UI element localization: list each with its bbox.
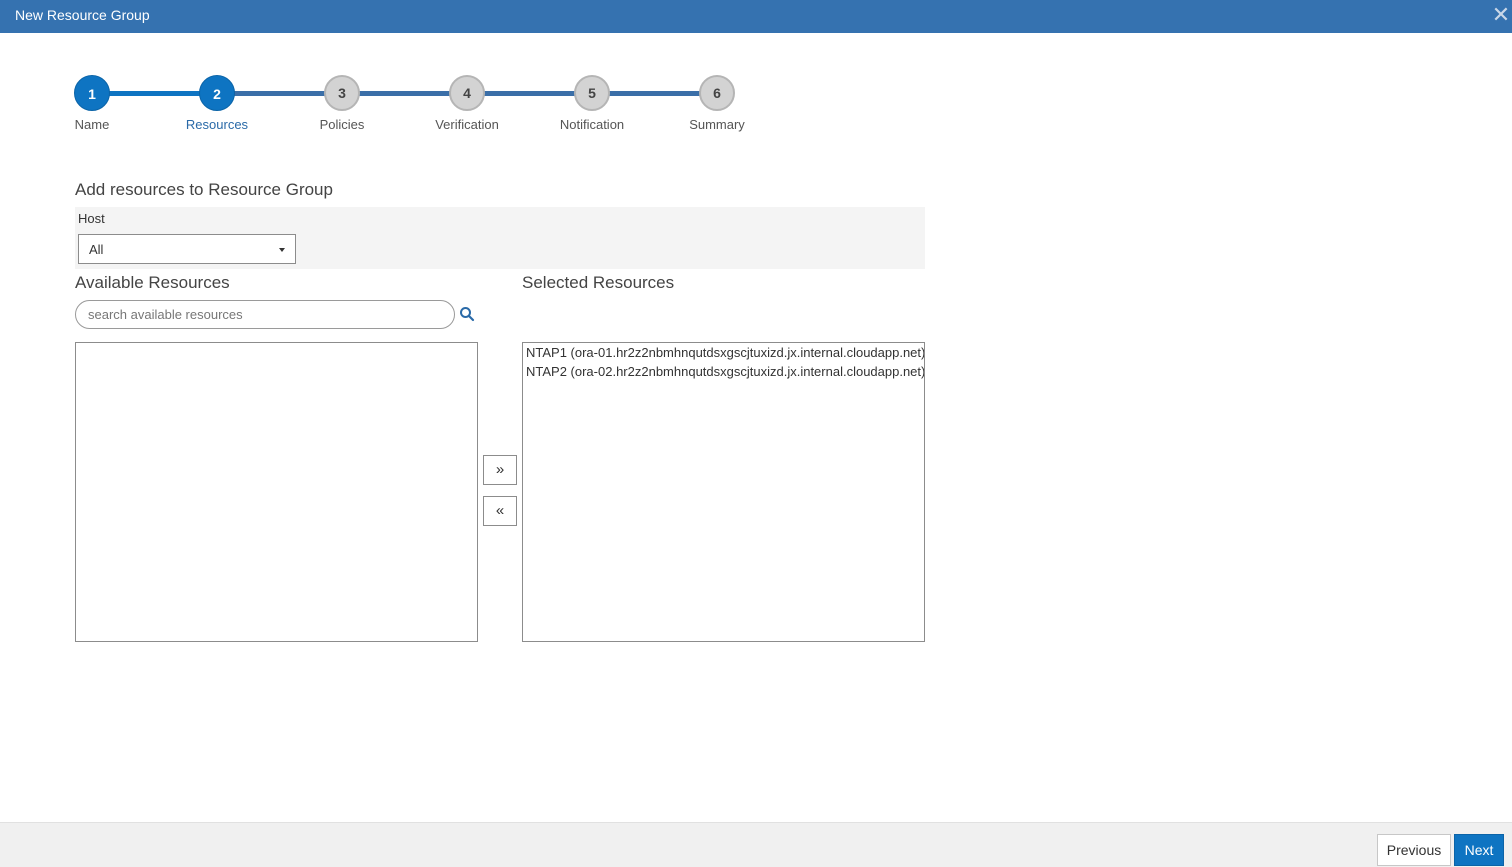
step-3-label: Policies: [319, 117, 365, 132]
step-5-label: Notification: [559, 117, 625, 132]
selected-resources-list[interactable]: NTAP1 (ora-01.hr2z2nbmhnqutdsxgscjtuxizd…: [522, 342, 925, 642]
host-label: Host: [78, 211, 105, 226]
step-2-label: Resources: [185, 117, 249, 132]
next-button[interactable]: Next: [1454, 834, 1504, 866]
step-1-label: Name: [74, 117, 110, 132]
host-select[interactable]: All: [78, 234, 296, 264]
step-4-circle: 4: [449, 75, 485, 111]
previous-button[interactable]: Previous: [1377, 834, 1451, 866]
selected-resources-heading: Selected Resources: [522, 273, 675, 292]
search-input[interactable]: [75, 300, 455, 329]
move-right-button[interactable]: »: [483, 455, 517, 485]
step-6-circle: 6: [699, 75, 735, 111]
step-2-circle[interactable]: 2: [199, 75, 235, 111]
step-1-circle[interactable]: 1: [74, 75, 110, 111]
section-heading: Add resources to Resource Group: [75, 180, 333, 199]
step-4-label: Verification: [435, 117, 499, 132]
dialog-footer: Previous Next: [0, 822, 1512, 867]
caret-down-icon: [279, 248, 285, 252]
step-3-circle: 3: [324, 75, 360, 111]
available-resources-list[interactable]: [75, 342, 478, 642]
search-icon[interactable]: [459, 306, 475, 322]
host-filter-panel: Host All: [75, 207, 925, 269]
wizard-steps: 1 2 3 4 5 6 Name Resources Policies Veri…: [0, 0, 1512, 150]
available-resources-heading: Available Resources: [75, 273, 230, 292]
list-item[interactable]: NTAP1 (ora-01.hr2z2nbmhnqutdsxgscjtuxizd…: [523, 343, 924, 362]
step-6-label: Summary: [689, 117, 745, 132]
step-5-circle: 5: [574, 75, 610, 111]
host-select-value: All: [89, 242, 104, 257]
move-left-button[interactable]: «: [483, 496, 517, 526]
list-item[interactable]: NTAP2 (ora-02.hr2z2nbmhnqutdsxgscjtuxizd…: [523, 362, 924, 381]
